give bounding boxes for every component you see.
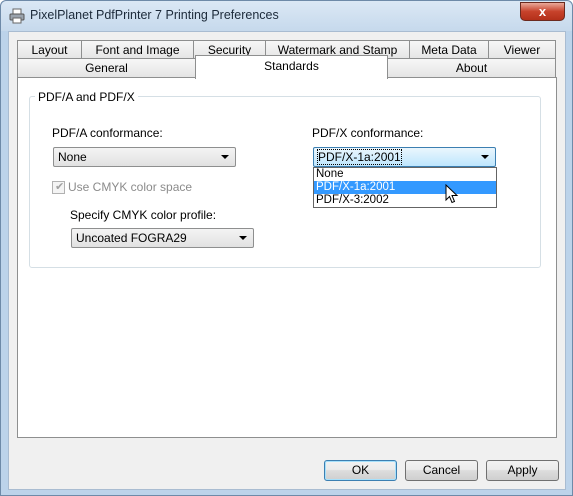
ok-label: OK: [351, 463, 370, 477]
tab-label: Layout: [31, 43, 68, 57]
cmyk-profile-select[interactable]: Uncoated FOGRA29: [71, 228, 254, 248]
pdfx-conformance-label: PDF/X conformance:: [312, 126, 424, 140]
tab-general[interactable]: General: [17, 58, 196, 77]
cmyk-profile-value: Uncoated FOGRA29: [76, 231, 187, 245]
cmyk-profile-label: Specify CMYK color profile:: [70, 208, 217, 222]
tab-label: Standards: [264, 59, 319, 73]
chevron-down-icon: [221, 155, 229, 159]
pdfx-selected-value: PDF/X-1a:2001: [317, 149, 402, 165]
pdfx-option-x3[interactable]: PDF/X-3:2002: [314, 194, 496, 207]
tab-font-and-image[interactable]: Font and Image: [81, 40, 194, 59]
group-title: PDF/A and PDF/X: [35, 90, 138, 104]
cmyk-checkbox[interactable]: ✔: [52, 181, 65, 194]
chevron-down-icon: [239, 236, 247, 240]
close-button[interactable]: x: [520, 2, 565, 21]
close-icon: x: [538, 4, 547, 19]
preferences-window: PixelPlanet PdfPrinter 7 Printing Prefer…: [0, 0, 573, 496]
apply-label: Apply: [507, 463, 538, 477]
cancel-label: Cancel: [422, 463, 461, 477]
title-bar[interactable]: PixelPlanet PdfPrinter 7 Printing Prefer…: [1, 1, 572, 31]
mouse-pointer-icon: [445, 184, 459, 204]
pdfx-option-none[interactable]: None: [314, 168, 496, 181]
dialog-client-area: Layout Font and Image Security Watermark…: [8, 31, 566, 490]
pdfx-conformance-select[interactable]: PDF/X-1a:2001: [313, 147, 496, 167]
tab-layout[interactable]: Layout: [17, 40, 82, 59]
printer-icon: [9, 8, 25, 24]
ok-button[interactable]: OK: [324, 460, 397, 481]
tab-label: About: [455, 61, 488, 75]
cancel-button[interactable]: Cancel: [405, 460, 478, 481]
standards-panel: PDF/A and PDF/X PDF/A conformance: None …: [17, 77, 557, 438]
tab-label: General: [85, 61, 128, 75]
pdfa-selected-value: None: [58, 150, 87, 164]
pdfx-options-list: None PDF/X-1a:2001 PDF/X-3:2002: [313, 167, 497, 208]
tab-label: Viewer: [503, 43, 541, 57]
checkmark-icon: ✔: [55, 181, 65, 193]
tab-standards[interactable]: Standards: [195, 55, 388, 79]
chevron-down-icon: [481, 155, 489, 159]
tab-about[interactable]: About: [387, 58, 556, 77]
tab-label: Meta Data: [421, 43, 477, 57]
pdfa-conformance-label: PDF/A conformance:: [52, 126, 163, 140]
apply-button[interactable]: Apply: [486, 460, 559, 481]
cmyk-checkbox-label: Use CMYK color space: [68, 180, 193, 194]
tab-meta-data[interactable]: Meta Data: [409, 40, 489, 59]
window-title: PixelPlanet PdfPrinter 7 Printing Prefer…: [30, 8, 279, 22]
pdfa-conformance-select[interactable]: None: [53, 147, 236, 167]
pdfx-option-x1a[interactable]: PDF/X-1a:2001: [314, 181, 496, 194]
tab-viewer[interactable]: Viewer: [488, 40, 556, 59]
tab-label: Font and Image: [95, 43, 180, 57]
